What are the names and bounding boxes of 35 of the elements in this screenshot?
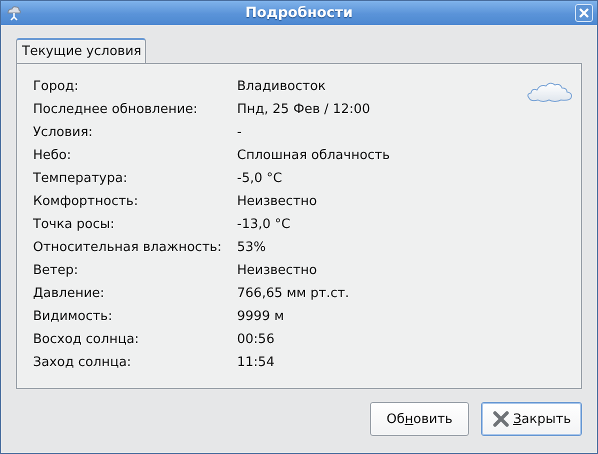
field-value: Владивосток [237,78,327,95]
field-label: Относительная влажность: [33,239,223,256]
field-label: Точка росы: [33,216,116,233]
field-label: Восход солнца: [33,331,140,348]
field-label: Последнее обновление: [33,101,199,118]
field-value: - [237,124,243,141]
window-title: Подробности [244,5,354,21]
field-label: Условия: [33,124,94,141]
field-label: Заход солнца: [33,354,132,371]
weather-app-icon [5,4,23,22]
field-label: Комфортность: [33,193,140,210]
cloud-icon [525,80,575,104]
field-label: Город: [33,78,80,95]
close-dialog-button[interactable]: Закрыть [481,402,582,436]
field-value: 9999 м [237,308,286,325]
tab[interactable]: Текущие условия [16,38,146,64]
field-label: Видимость: [33,308,114,325]
field-value: Сплошная облачность [237,147,391,164]
field-value: Неизвестно [237,193,318,210]
field-value: Неизвестно [237,262,318,279]
refresh-button[interactable]: Обновить [370,402,470,436]
field-value: -5,0 °C [237,170,284,187]
field-label: Температура: [33,170,128,187]
field-value: Пнд, 25 Фев / 12:00 [237,101,372,118]
field-label: Давление: [33,285,106,302]
field-value: -13,0 °C [237,216,292,233]
close-icon [492,410,510,428]
field-value: 766,65 мм рт.ст. [237,285,350,302]
field-label: Ветер: [33,262,80,279]
close-button[interactable] [575,4,593,22]
field-value: 00:56 [237,331,276,348]
field-value: 11:54 [237,354,276,371]
field-value: 53% [237,239,267,256]
field-label: Небо: [33,147,72,164]
close-icon [578,7,590,19]
